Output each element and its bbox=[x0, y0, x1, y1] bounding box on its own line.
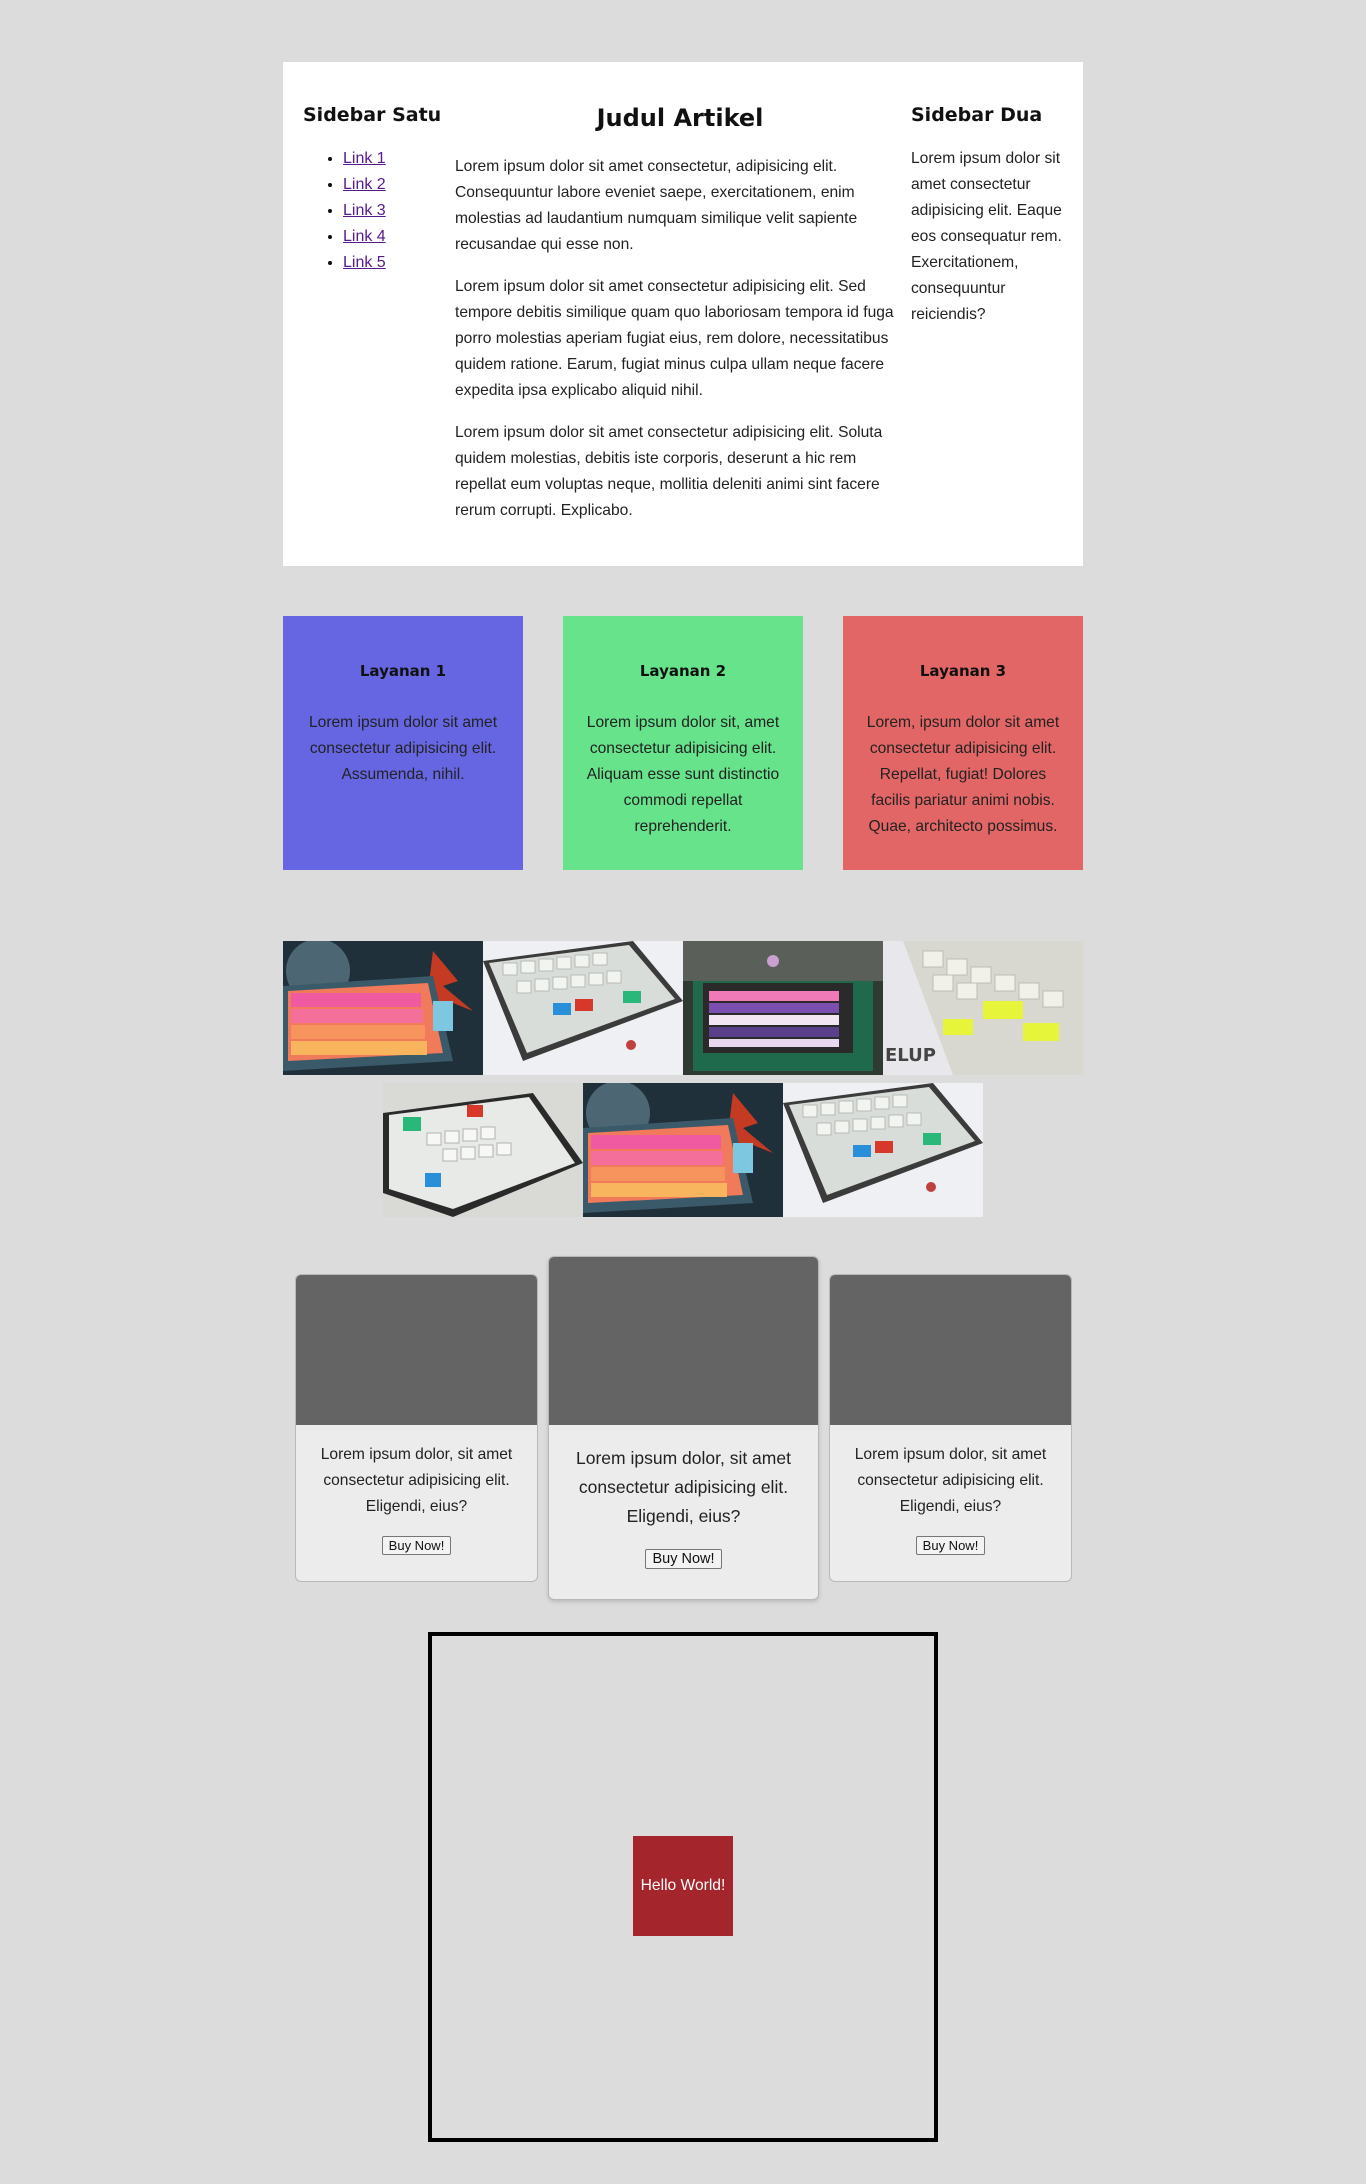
buy-now-button[interactable]: Buy Now! bbox=[915, 1536, 986, 1555]
article-section: Sidebar Satu Link 1 Link 2 Link 3 Link 4… bbox=[283, 62, 1083, 566]
article-main: Judul Artikel Lorem ipsum dolor sit amet… bbox=[455, 104, 905, 524]
gallery-image-2 bbox=[483, 941, 683, 1075]
hello-world-box: Hello World! bbox=[633, 1836, 733, 1936]
service-title: Layanan 2 bbox=[639, 662, 727, 680]
buy-now-button[interactable]: Buy Now! bbox=[645, 1549, 722, 1569]
product-card-1: Lorem ipsum dolor, sit amet consectetur … bbox=[295, 1274, 538, 1582]
sidebar-left-title: Sidebar Satu bbox=[303, 104, 442, 126]
product-text: Lorem ipsum dolor, sit amet consectetur … bbox=[854, 1446, 1047, 1515]
gallery-image-1 bbox=[283, 941, 483, 1075]
sidebar-link-5[interactable]: Link 5 bbox=[343, 254, 386, 271]
gallery-image-3 bbox=[683, 941, 883, 1075]
sidebar-link-item: Link 3 bbox=[343, 198, 453, 224]
sidebar-link-list: Link 1 Link 2 Link 3 Link 4 Link 5 bbox=[303, 146, 453, 276]
product-image-placeholder bbox=[296, 1275, 537, 1425]
gallery-image-6 bbox=[583, 1083, 783, 1217]
product-card-3: Lorem ipsum dolor, sit amet consectetur … bbox=[829, 1274, 1072, 1582]
service-text: Lorem ipsum dolor sit amet consectetur a… bbox=[308, 714, 498, 783]
buy-now-button[interactable]: Buy Now! bbox=[381, 1536, 452, 1555]
gallery-image-4: ELUP bbox=[883, 941, 1083, 1075]
service-text: Lorem ipsum dolor sit, amet consectetur … bbox=[586, 714, 780, 835]
service-text: Lorem, ipsum dolor sit amet consectetur … bbox=[866, 714, 1060, 835]
service-card-1: Layanan 1 Lorem ipsum dolor sit amet con… bbox=[283, 616, 523, 870]
product-text: Lorem ipsum dolor, sit amet consectetur … bbox=[320, 1446, 513, 1515]
sidebar-link-3[interactable]: Link 3 bbox=[343, 202, 386, 219]
sidebar-right: Sidebar Dua Lorem ipsum dolor sit amet c… bbox=[911, 104, 1071, 328]
article-paragraph-3: Lorem ipsum dolor sit amet consectetur a… bbox=[455, 424, 883, 519]
sidebar-link-item: Link 2 bbox=[343, 172, 453, 198]
article-paragraph-1: Lorem ipsum dolor sit amet consectetur, … bbox=[455, 158, 858, 253]
product-text: Lorem ipsum dolor, sit amet consectetur … bbox=[576, 1448, 791, 1526]
service-title: Layanan 1 bbox=[359, 662, 447, 680]
sidebar-right-text: Lorem ipsum dolor sit amet consectetur a… bbox=[911, 150, 1062, 323]
service-card-2: Layanan 2 Lorem ipsum dolor sit, amet co… bbox=[563, 616, 803, 870]
service-title: Layanan 3 bbox=[919, 662, 1007, 680]
sidebar-link-item: Link 5 bbox=[343, 250, 453, 276]
article-paragraph-2: Lorem ipsum dolor sit amet consectetur a… bbox=[455, 278, 894, 399]
sidebar-link-item: Link 4 bbox=[343, 224, 453, 250]
gallery-image-7 bbox=[783, 1083, 983, 1217]
gallery-image-5 bbox=[383, 1083, 583, 1217]
sidebar-link-item: Link 1 bbox=[343, 146, 453, 172]
product-image-placeholder bbox=[830, 1275, 1071, 1425]
svg-text:ELUP: ELUP bbox=[885, 1045, 936, 1066]
product-image-placeholder bbox=[549, 1257, 818, 1425]
sidebar-link-1[interactable]: Link 1 bbox=[343, 150, 386, 167]
sidebar-link-2[interactable]: Link 2 bbox=[343, 176, 386, 193]
service-card-3: Layanan 3 Lorem, ipsum dolor sit amet co… bbox=[843, 616, 1083, 870]
article-title: Judul Artikel bbox=[596, 104, 764, 132]
sidebar-link-4[interactable]: Link 4 bbox=[343, 228, 386, 245]
sidebar-right-title: Sidebar Dua bbox=[911, 104, 1043, 126]
product-card-2: Lorem ipsum dolor, sit amet consectetur … bbox=[548, 1256, 819, 1600]
sidebar-left: Sidebar Satu Link 1 Link 2 Link 3 Link 4… bbox=[303, 104, 453, 276]
